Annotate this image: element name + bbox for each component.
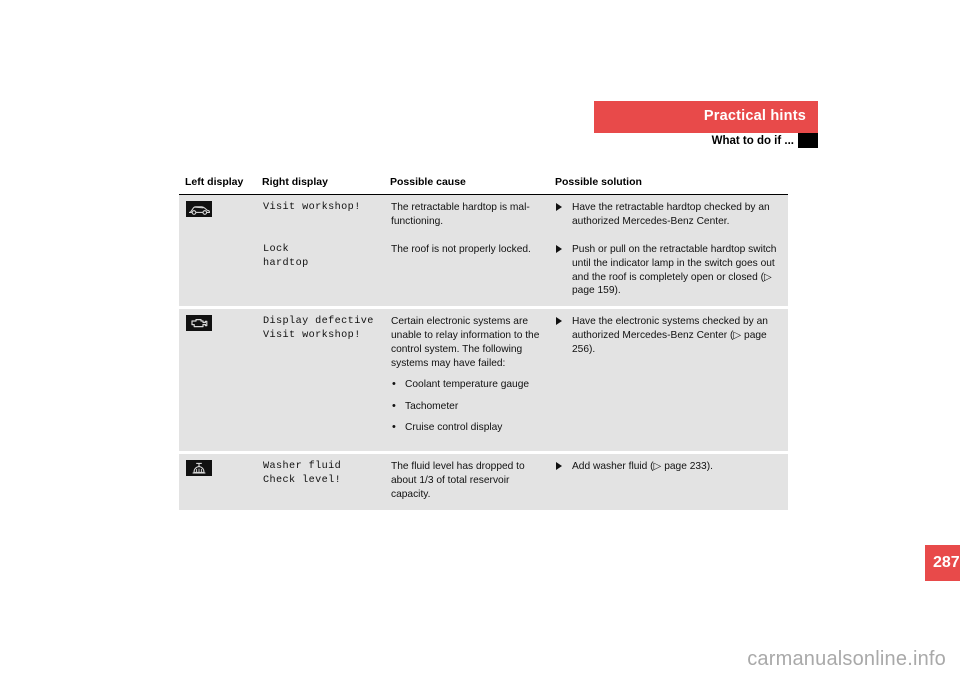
list-item: Tachometer <box>391 399 541 414</box>
column-header-right-display: Right display <box>256 174 384 195</box>
site-watermark: carmanualsonline.info <box>747 648 946 670</box>
solution-arrow-icon <box>556 317 562 326</box>
washer-fluid-icon <box>186 460 212 477</box>
possible-solution-text: Add washer fluid (▷ page 233). <box>572 461 713 473</box>
possible-cause-text: The retractable hardtop is mal-functioni… <box>384 194 549 237</box>
list-item: Coolant temperature gauge <box>391 377 541 392</box>
page-number-block: 287 <box>925 545 960 581</box>
page-number: 287 <box>933 554 960 571</box>
section-title: What to do if ... <box>711 135 794 147</box>
right-display-text: Visit workshop! <box>256 194 384 237</box>
table-row: Lock hardtop The roof is not properly lo… <box>179 236 788 308</box>
possible-cause-text: The fluid level has dropped to about 1/3… <box>384 451 549 510</box>
table-row: Visit workshop! The retractable hardtop … <box>179 194 788 308</box>
possible-solution-cell: Add washer fluid (▷ page 233). <box>549 451 788 510</box>
possible-solution-cell: Have the electronic systems checked by a… <box>549 306 788 453</box>
chapter-banner: Practical hints <box>594 101 818 133</box>
solution-arrow-icon <box>556 462 562 471</box>
what-to-do-if-table: Left display Right display Possible caus… <box>179 174 788 510</box>
left-display-cell <box>179 194 256 308</box>
possible-cause-text: The roof is not properly locked. <box>384 236 549 308</box>
solution-arrow-icon <box>556 244 562 253</box>
section-header: What to do if ... <box>594 133 818 151</box>
right-display-text: Washer fluid Check level! <box>256 451 384 510</box>
possible-solution-cell: Push or pull on the retractable hardtop … <box>549 236 788 308</box>
affected-systems-list: Coolant temperature gauge Tachometer Cru… <box>391 377 541 435</box>
column-header-possible-solution: Possible solution <box>549 174 788 195</box>
check-engine-icon <box>186 315 212 332</box>
table-header-row: Left display Right display Possible caus… <box>179 174 788 195</box>
possible-cause-cell: Certain electronic systems are unable to… <box>384 306 549 453</box>
possible-solution-text: Have the electronic systems checked by a… <box>572 316 768 355</box>
possible-solution-text: Push or pull on the retractable hardtop … <box>572 243 777 297</box>
convertible-hardtop-icon <box>186 201 212 217</box>
left-display-cell <box>179 306 256 453</box>
left-display-cell <box>179 451 256 510</box>
table-row: Display defective Visit workshop! Certai… <box>179 306 788 453</box>
right-display-text: Display defective Visit workshop! <box>256 306 384 453</box>
section-marker-block <box>798 133 818 148</box>
column-header-left-display: Left display <box>179 174 256 195</box>
table-row: Washer fluid Check level! The fluid leve… <box>179 451 788 510</box>
chapter-title: Practical hints <box>703 108 806 124</box>
right-display-text: Lock hardtop <box>256 236 384 308</box>
possible-solution-cell: Have the retractable hardtop checked by … <box>549 194 788 237</box>
possible-cause-text: Certain electronic systems are unable to… <box>391 316 540 369</box>
solution-arrow-icon <box>556 203 562 211</box>
list-item: Cruise control display <box>391 420 541 435</box>
column-header-possible-cause: Possible cause <box>384 174 549 195</box>
possible-solution-text: Have the retractable hardtop checked by … <box>572 202 770 227</box>
